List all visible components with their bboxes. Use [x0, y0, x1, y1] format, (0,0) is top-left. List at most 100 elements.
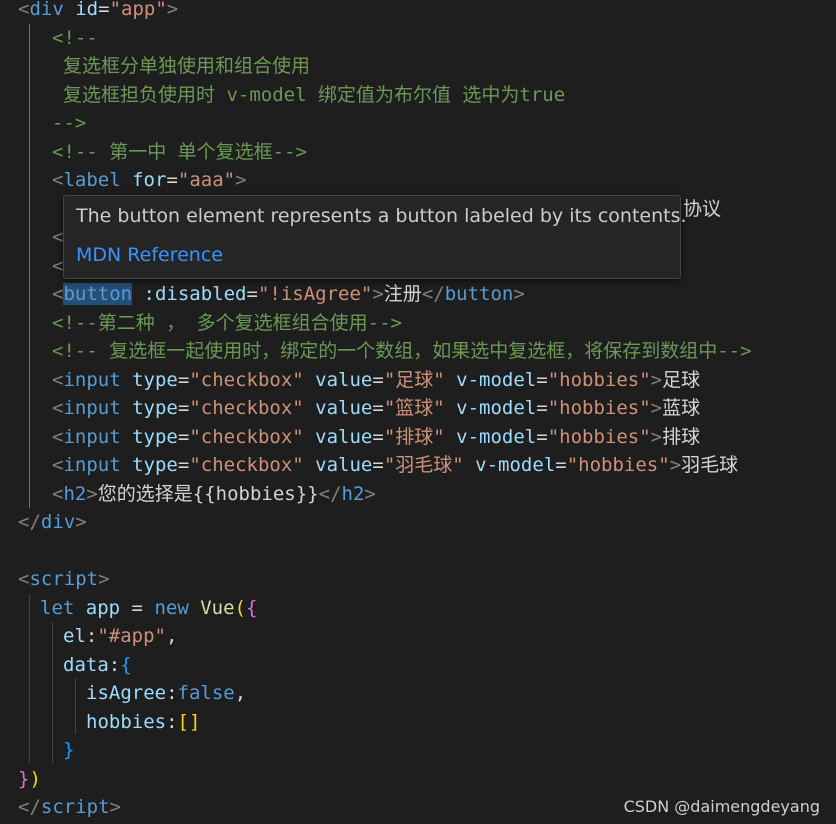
code-token: =: [246, 283, 258, 305]
indent-guide: [75, 678, 76, 734]
code-token: value: [315, 397, 373, 419]
code-token: =: [372, 368, 384, 391]
code-token: h2: [341, 482, 365, 505]
code-token: ,: [165, 625, 178, 647]
code-token: 注册: [383, 283, 422, 305]
code-token: >: [166, 0, 179, 20]
code-token: =: [177, 454, 190, 476]
code-token: =: [177, 397, 190, 419]
code-token: "aaa": [177, 169, 236, 191]
code-token: }: [18, 767, 30, 790]
code-token: v-model: [456, 368, 537, 391]
code-token: <!-- 第一中 单个复选框-->: [52, 140, 307, 163]
code-token: label: [63, 169, 121, 191]
code-token: <: [52, 425, 64, 448]
code-token: "checkbox": [189, 368, 304, 391]
code-line: 复选框担负使用时 v-model 绑定值为布尔值 选中为true: [63, 81, 565, 109]
code-token: el: [63, 625, 86, 647]
code-token: >: [650, 397, 663, 419]
code-line: <!--: [52, 24, 98, 52]
code-token: =: [536, 368, 548, 391]
code-token: app: [85, 596, 121, 619]
code-token: -->: [52, 112, 87, 134]
code-token: v-model: [456, 425, 537, 448]
code-token: h2: [63, 482, 87, 505]
code-token: <!-- 复选框一起使用时，绑定的一个数组，如果选中复选框，将保存到数组中-->: [52, 340, 752, 362]
code-line: <input type="checkbox" value="篮球" v-mode…: [52, 394, 700, 422]
code-token: input: [63, 368, 121, 391]
code-token: 复选框分单独使用和组合使用: [63, 55, 311, 77]
code-token: input: [63, 454, 121, 476]
code-token: <: [52, 368, 64, 391]
code-line: }: [63, 736, 74, 764]
code-line: el:"#app",: [63, 622, 177, 650]
code-token: type: [132, 397, 178, 419]
code-line: isAgree:false,: [86, 679, 246, 707]
code-token: "app": [109, 0, 167, 20]
code-token: >: [650, 425, 663, 448]
code-token: "羽毛球": [383, 454, 464, 476]
code-line: </script>: [18, 793, 121, 821]
code-token: >: [98, 568, 110, 590]
code-line: let app = new Vue({: [40, 594, 257, 622]
code-token: :disabled: [143, 283, 247, 305]
code-line: }): [18, 765, 41, 793]
code-token: 足球: [662, 368, 701, 391]
code-token: =: [120, 596, 155, 619]
code-token: v-model: [456, 397, 537, 419]
code-token: value: [315, 368, 373, 391]
code-line: <div id="app">: [18, 0, 178, 23]
code-token: </: [18, 796, 41, 818]
code-token: "篮球": [383, 397, 445, 419]
code-token: input: [63, 397, 121, 419]
code-token: (: [234, 596, 246, 619]
code-editor[interactable]: <div id="app"> <!-- 复选框分单独使用和组合使用复选框担负使用时 …: [0, 0, 836, 824]
code-line: 协议: [683, 195, 721, 223]
code-line: <label for="aaa">: [52, 166, 247, 194]
code-token: <: [52, 397, 64, 419]
code-line: <!-- 第一中 单个复选框-->: [52, 138, 307, 166]
code-token: "hobbies": [547, 425, 651, 448]
code-line: </div>: [18, 508, 87, 536]
code-token: 羽毛球: [681, 454, 739, 476]
code-token: 您的选择是{{hobbies}}: [97, 482, 319, 505]
code-token: 协议: [683, 197, 722, 220]
code-token: script: [40, 796, 110, 818]
code-token: 蓝球: [662, 397, 701, 419]
code-token: isAgree: [86, 682, 167, 704]
code-token: <: [52, 454, 64, 476]
code-token: =: [166, 169, 178, 191]
code-token: </: [18, 511, 41, 533]
code-line: -->: [52, 109, 86, 137]
code-token: {: [246, 596, 258, 619]
code-token: "!isAgree": [257, 283, 373, 305]
code-token: :: [108, 653, 121, 676]
code-token: =: [555, 454, 567, 476]
code-token: 排球: [662, 425, 701, 448]
code-token: type: [132, 425, 178, 448]
code-token: false: [177, 682, 235, 704]
code-line: <input type="checkbox" value="足球" v-mode…: [52, 366, 700, 394]
code-token: :: [85, 625, 98, 647]
code-token: :: [166, 682, 178, 704]
code-token: div: [40, 511, 76, 533]
code-token: <: [52, 482, 64, 505]
code-token: "排球": [383, 425, 445, 448]
code-token: =: [177, 368, 190, 391]
code-line: <!-- 复选框一起使用时，绑定的一个数组，如果选中复选框，将保存到数组中-->: [52, 337, 752, 365]
code-token: ): [29, 767, 41, 790]
code-token: div: [29, 0, 64, 20]
code-token: button: [444, 283, 514, 305]
code-token: "hobbies": [547, 397, 651, 419]
mdn-reference-link[interactable]: MDN Reference: [76, 244, 223, 266]
